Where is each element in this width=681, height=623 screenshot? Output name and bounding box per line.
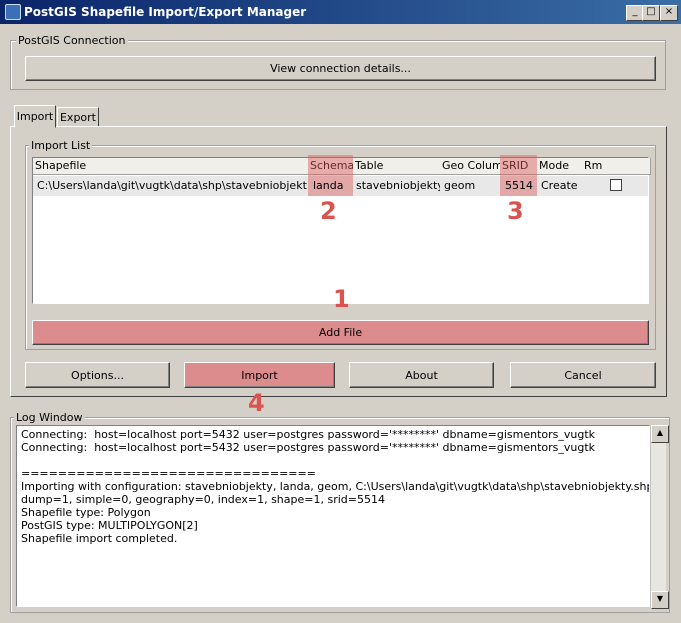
maximize-button[interactable]: □ [642,5,660,21]
cell-schema[interactable]: landa [313,178,353,194]
column-header-rm[interactable]: Rm [582,158,651,175]
column-header-mode[interactable]: Mode [537,158,585,175]
annotation-2: 2 [320,197,337,225]
cancel-button[interactable]: Cancel [510,362,656,388]
close-button[interactable]: × [660,5,678,21]
import-button[interactable]: Import [184,362,335,388]
column-header-geo-column[interactable]: Geo Column [440,158,503,175]
cell-table[interactable]: stavebniobjekty [356,178,440,194]
log-line: PostGIS type: MULTIPOLYGON[2] [21,519,198,532]
log-line: Connecting: host=localhost port=5432 use… [21,428,596,441]
cell-geo-column[interactable]: geom [444,178,499,194]
log-line: Connecting: host=localhost port=5432 use… [21,441,596,454]
column-header-shapefile[interactable]: Shapefile [33,158,311,175]
app-icon [5,4,21,20]
add-file-button[interactable]: Add File [32,320,649,345]
annotation-3: 3 [507,197,524,225]
cell-srid[interactable]: 5514 [505,178,537,194]
rm-checkbox[interactable] [610,179,622,191]
cell-shapefile[interactable]: C:\Users\landa\git\vugtk\data\shp\staveb… [37,178,307,194]
log-line: Shapefile import completed. [21,532,178,545]
title-bar: PostGIS Shapefile Import/Export Manager … [0,0,681,24]
scroll-up-arrow-icon[interactable]: ▲ [651,425,669,443]
schema-header-highlight [308,155,353,176]
log-text-area[interactable]: Connecting: host=localhost port=5432 use… [16,425,650,607]
srid-header-highlight [500,155,537,176]
annotation-4: 4 [248,389,265,417]
column-header-table[interactable]: Table [353,158,443,175]
cell-mode[interactable]: Create [541,178,581,194]
connection-group-label: PostGIS Connection [16,34,128,47]
tab-import[interactable]: Import [14,105,56,128]
log-group-label: Log Window [14,411,85,424]
about-button[interactable]: About [349,362,494,388]
annotation-1: 1 [333,285,350,313]
window-title: PostGIS Shapefile Import/Export Manager [24,5,307,19]
log-line: ================================ [21,467,316,480]
log-line: Importing with configuration: stavebniob… [21,480,650,493]
import-list-table[interactable]: Shapefile Schema Table Geo Column SRID M… [32,155,651,304]
log-line: Shapefile type: Polygon [21,506,151,519]
log-scrollbar[interactable]: ▲ ▼ [650,425,669,609]
scroll-down-arrow-icon[interactable]: ▼ [651,591,669,609]
import-list-label: Import List [29,139,93,152]
options-button[interactable]: Options... [25,362,170,388]
tab-export[interactable]: Export [57,107,99,127]
view-connection-details-button[interactable]: View connection details... [25,56,656,81]
log-line: dump=1, simple=0, geography=0, index=1, … [21,493,385,506]
